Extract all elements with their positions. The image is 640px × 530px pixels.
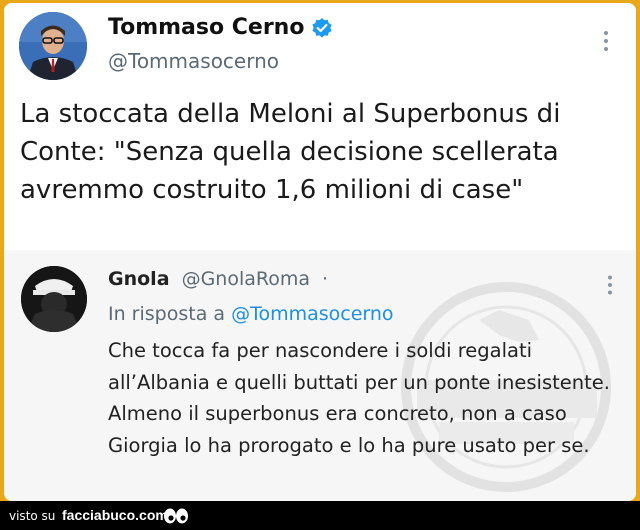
reply-author-name[interactable]: Gnola [108, 268, 170, 290]
author-name-text[interactable]: Tommaso Cerno [108, 15, 304, 40]
author-avatar[interactable] [19, 12, 87, 80]
in-reply-mention-link[interactable]: @Tommasocerno [231, 303, 393, 325]
in-reply-prefix: In risposta a [108, 303, 226, 325]
footer-site-link[interactable]: facciabuco.com [62, 507, 168, 523]
author-name[interactable]: Tommaso Cerno [108, 15, 333, 40]
in-reply-to: In risposta a @Tommasocerno [108, 303, 394, 325]
reply-author-handle[interactable]: @GnolaRoma [182, 268, 310, 290]
reply-tweet[interactable]: Gnola @GnolaRoma · In risposta a @Tommas… [4, 250, 636, 501]
reply-author-avatar[interactable] [21, 266, 87, 332]
tweet-text: La stoccata della Meloni al Superbonus d… [20, 99, 561, 205]
separator-dot: · [322, 268, 329, 290]
screenshot-frame: Tommaso Cerno @Tommasocerno La stoccata … [4, 3, 636, 501]
eyes-logo-icon [164, 508, 188, 524]
main-tweet[interactable]: Tommaso Cerno @Tommasocerno La stoccata … [4, 3, 636, 243]
author-handle[interactable]: @Tommasocerno [108, 49, 279, 73]
footer-prefix: visto su [9, 509, 56, 523]
verified-badge-icon [311, 17, 333, 39]
reply-text: Che tocca fa per nascondere i soldi rega… [108, 339, 610, 457]
reply-author-row[interactable]: Gnola @GnolaRoma · [108, 268, 328, 290]
more-options-icon[interactable] [602, 29, 610, 53]
footer-bar: visto su facciabuco.com [0, 501, 640, 530]
reply-more-options-icon[interactable] [606, 274, 614, 296]
